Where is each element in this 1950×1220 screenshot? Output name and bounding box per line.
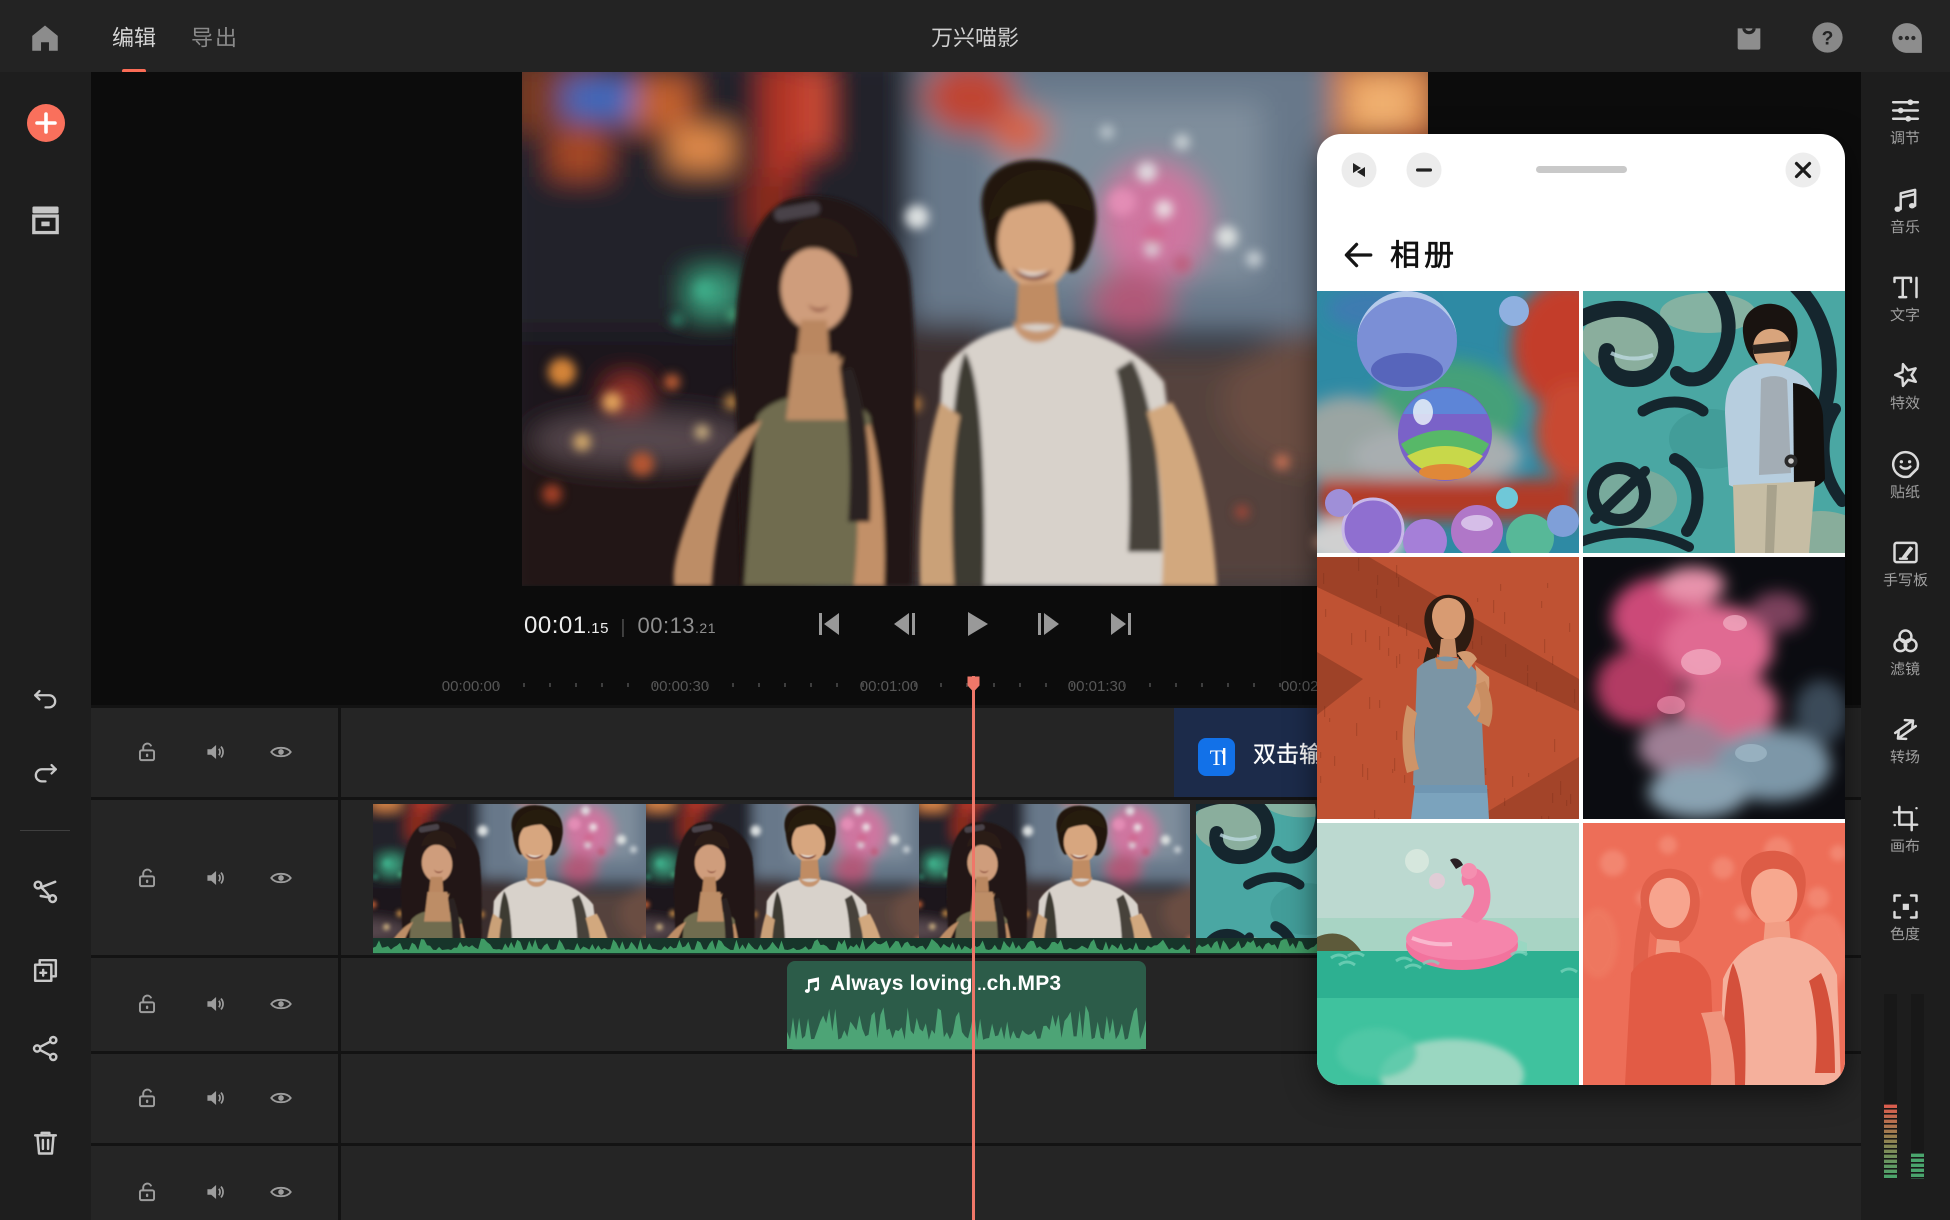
svg-text:T: T: [1210, 745, 1224, 770]
svg-text:00:00:00: 00:00:00: [442, 678, 500, 695]
svg-text:00:01:30: 00:01:30: [1068, 678, 1126, 695]
svg-text:00:00:30: 00:00:30: [651, 678, 709, 695]
svg-text:00:01:00: 00:01:00: [860, 678, 918, 695]
svg-text:?: ?: [1822, 28, 1834, 49]
